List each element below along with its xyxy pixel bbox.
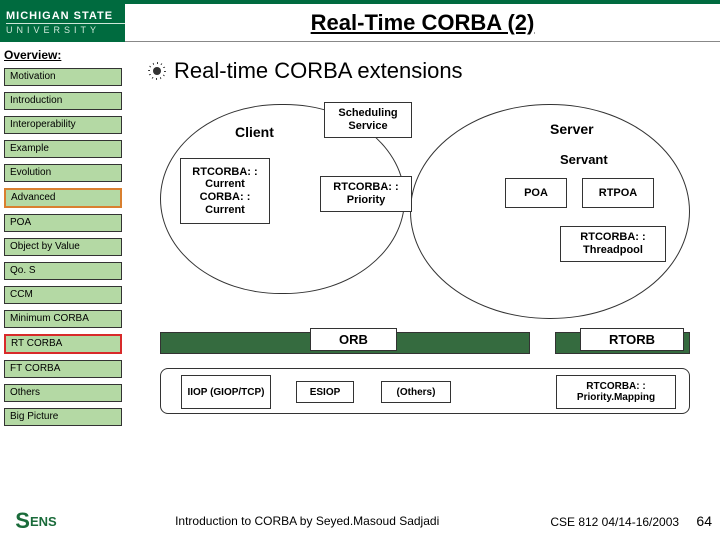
slide-title: Real-Time CORBA (2) bbox=[125, 10, 720, 36]
sidebar-item-motivation[interactable]: Motivation bbox=[4, 68, 122, 86]
footer-right: CSE 812 04/14-16/2003 64 bbox=[550, 513, 712, 529]
slide-footer: SENS Introduction to CORBA by Seyed.Maso… bbox=[0, 502, 720, 540]
orb-label: ORB bbox=[310, 328, 397, 351]
sidebar-item-minimum-corba[interactable]: Minimum CORBA bbox=[4, 310, 122, 328]
bullet-text: Real-time CORBA extensions bbox=[174, 58, 463, 84]
sidebar-item-rt-corba[interactable]: RT CORBA bbox=[4, 334, 122, 354]
brand-line1: MICHIGAN STATE bbox=[6, 10, 125, 22]
sidebar-item-interoperability[interactable]: Interoperability bbox=[4, 116, 122, 134]
rtpoa-box: RTPOA bbox=[582, 178, 654, 208]
sidebar-item-poa[interactable]: POA bbox=[4, 214, 122, 232]
scheduling-service-box: Scheduling Service bbox=[324, 102, 412, 138]
slide-header: MICHIGAN STATE UNIVERSITY Real-Time CORB… bbox=[0, 4, 720, 42]
iiop-box: IIOP (GIOP/TCP) bbox=[181, 375, 271, 409]
poa-box: POA bbox=[505, 178, 567, 208]
rtcorba-priority-box: RTCORBA: : Priority bbox=[320, 176, 412, 212]
footer-center: Introduction to CORBA by Seyed.Masoud Sa… bbox=[64, 514, 550, 528]
sidebar-item-example[interactable]: Example bbox=[4, 140, 122, 158]
sidebar-item-big-picture[interactable]: Big Picture bbox=[4, 408, 122, 426]
university-brand: MICHIGAN STATE UNIVERSITY bbox=[0, 4, 125, 42]
others-proto-box: (Others) bbox=[381, 381, 451, 403]
sidebar-item-advanced[interactable]: Advanced bbox=[4, 188, 122, 208]
sidebar-nav: Overview: Motivation Introduction Intero… bbox=[4, 48, 122, 432]
client-label: Client bbox=[235, 124, 274, 140]
protocol-layer: IIOP (GIOP/TCP) ESIOP (Others) RTCORBA: … bbox=[160, 368, 690, 414]
bullet-item: Real-time CORBA extensions bbox=[150, 58, 712, 84]
slide-body: Real-time CORBA extensions Client Server… bbox=[150, 58, 712, 354]
esiop-box: ESIOP bbox=[296, 381, 354, 403]
rtcorba-current-box: RTCORBA: : Current CORBA: : Current bbox=[180, 158, 270, 224]
priority-mapping-box: RTCORBA: : Priority.Mapping bbox=[556, 375, 676, 409]
sidebar-item-object-by-value[interactable]: Object by Value bbox=[4, 238, 122, 256]
server-label: Server bbox=[550, 121, 594, 137]
sidebar-heading: Overview: bbox=[4, 48, 122, 62]
threadpool-box: RTCORBA: : Threadpool bbox=[560, 226, 666, 262]
sidebar-item-ccm[interactable]: CCM bbox=[4, 286, 122, 304]
servant-label: Servant bbox=[560, 152, 608, 167]
course-code: CSE 812 04/14-16/2003 bbox=[550, 515, 679, 529]
sidebar-item-introduction[interactable]: Introduction bbox=[4, 92, 122, 110]
sidebar-item-qos[interactable]: Qo. S bbox=[4, 262, 122, 280]
sidebar-item-evolution[interactable]: Evolution bbox=[4, 164, 122, 182]
bullet-icon bbox=[150, 64, 164, 78]
page-number: 64 bbox=[696, 513, 712, 529]
architecture-diagram: Client Server Scheduling Service RTCORBA… bbox=[150, 96, 712, 354]
rtorb-label: RTORB bbox=[580, 328, 684, 351]
sidebar-item-others[interactable]: Others bbox=[4, 384, 122, 402]
orb-layer: ORB RTORB bbox=[160, 328, 690, 358]
sens-logo: SENS bbox=[8, 505, 64, 537]
brand-line2: UNIVERSITY bbox=[6, 23, 125, 35]
sidebar-item-ft-corba[interactable]: FT CORBA bbox=[4, 360, 122, 378]
